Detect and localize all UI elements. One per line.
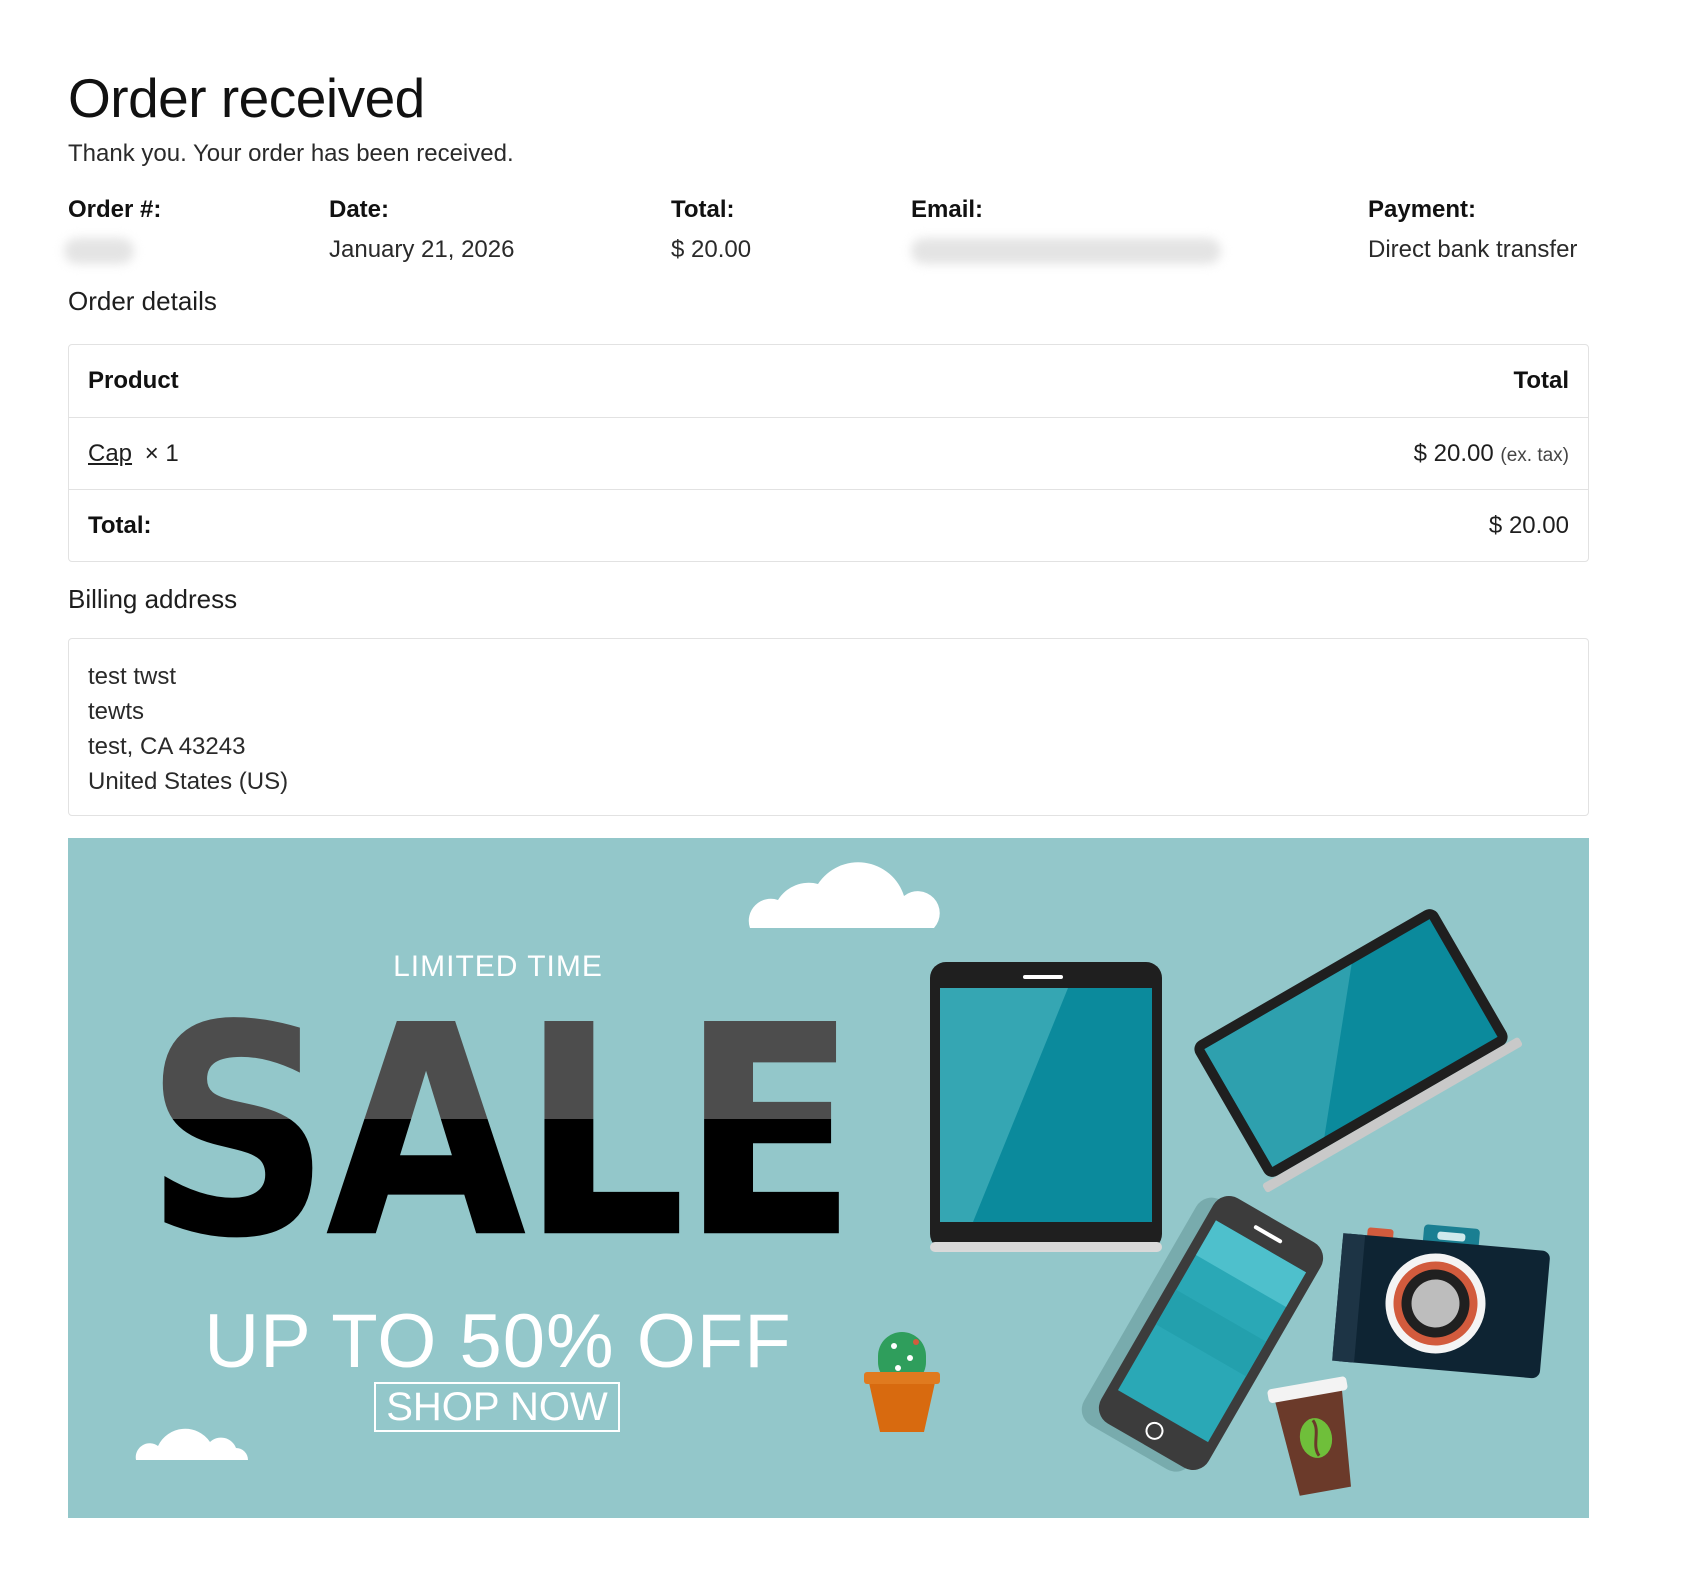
table-row: Cap × 1 $ 20.00 (ex. tax) bbox=[69, 417, 1588, 489]
billing-address-heading: Billing address bbox=[68, 584, 238, 614]
order-email-redacted bbox=[911, 238, 1221, 264]
order-number-redacted bbox=[64, 238, 134, 264]
address-line: test twst bbox=[88, 663, 177, 690]
address-line: United States (US) bbox=[88, 768, 289, 795]
total-label: Total: bbox=[88, 512, 152, 539]
page-title: Order received bbox=[68, 66, 425, 129]
total-value: $ 20.00 bbox=[1488, 512, 1569, 539]
order-details-table: Product Total Cap × 1 $ 20.00 (ex. tax) … bbox=[68, 344, 1589, 562]
table-total-row: Total: $ 20.00 bbox=[69, 489, 1588, 561]
table-header-row: Product Total bbox=[69, 345, 1588, 417]
order-number-label: Order #: bbox=[68, 196, 162, 223]
order-email-field: Email: bbox=[911, 196, 1221, 264]
cloud-icon bbox=[748, 862, 940, 928]
order-payment-value: Direct bank transfer bbox=[1368, 236, 1578, 263]
camera-icon bbox=[1332, 1224, 1550, 1379]
product-total-cell: $ 20.00 (ex. tax) bbox=[1414, 418, 1569, 492]
shop-now-button[interactable]: SHOP NOW bbox=[374, 1382, 620, 1432]
tablet-icon bbox=[930, 962, 1162, 1252]
product-link[interactable]: Cap bbox=[88, 440, 132, 467]
tax-note: (ex. tax) bbox=[1500, 445, 1569, 466]
col-product-header: Product bbox=[88, 367, 179, 394]
banner-offer-text: UP TO 50% OFF bbox=[204, 1299, 792, 1384]
cloud-icon bbox=[135, 1428, 248, 1460]
product-quantity: × 1 bbox=[144, 440, 179, 467]
laptop-icon bbox=[1194, 909, 1523, 1193]
coffee-cup-icon bbox=[1267, 1376, 1351, 1496]
address-line: test, CA 43243 bbox=[88, 733, 246, 760]
order-date-label: Date: bbox=[329, 196, 390, 223]
order-email-label: Email: bbox=[911, 196, 984, 223]
order-date-field: Date: January 21, 2026 bbox=[329, 196, 514, 264]
sale-banner[interactable]: LIMITED TIME SALE UP TO 50% OFF SHOP NOW bbox=[68, 838, 1589, 1518]
order-date-value: January 21, 2026 bbox=[329, 236, 515, 263]
thank-you-message: Thank you. Your order has been received. bbox=[68, 140, 514, 167]
order-number-field: Order #: bbox=[64, 196, 298, 264]
order-total-value: $ 20.00 bbox=[671, 236, 752, 263]
banner-sale-text: SALE bbox=[68, 988, 928, 1279]
order-payment-field: Payment: Direct bank transfer bbox=[1368, 196, 1577, 264]
billing-address-box: test twst tewts test, CA 43243 United St… bbox=[68, 638, 1589, 816]
product-cell: Cap × 1 bbox=[88, 418, 179, 490]
address-line: tewts bbox=[88, 698, 145, 725]
order-total-field: Total: $ 20.00 bbox=[671, 196, 751, 264]
col-total-header: Total bbox=[1513, 367, 1569, 394]
order-details-heading: Order details bbox=[68, 286, 217, 316]
order-payment-label: Payment: bbox=[1368, 196, 1477, 223]
product-price: $ 20.00 bbox=[1413, 440, 1494, 467]
order-total-label: Total: bbox=[671, 196, 735, 223]
